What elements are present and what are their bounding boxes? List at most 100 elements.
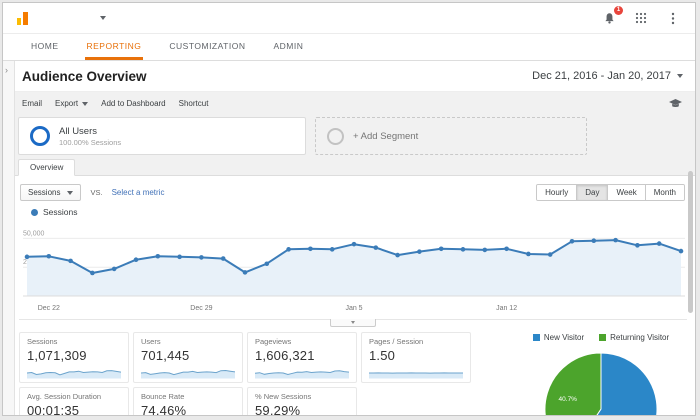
- apps-grid-icon: [635, 12, 647, 24]
- svg-text:Jan 5: Jan 5: [345, 305, 362, 312]
- sidebar-collapsed[interactable]: ›: [3, 61, 15, 415]
- export-button[interactable]: Export: [55, 99, 89, 108]
- graduation-cap-icon: [668, 98, 682, 107]
- overflow-menu-button[interactable]: [665, 10, 681, 26]
- chart-area: 25,00050,000Dec 22Dec 29Jan 5Jan 12: [14, 218, 695, 319]
- metric-label: Pageviews: [255, 337, 292, 346]
- metric-value: 00:01:35: [27, 403, 80, 416]
- export-label: Export: [55, 99, 79, 108]
- account-chevron-down-icon[interactable]: [100, 16, 106, 20]
- metric-card-sessions[interactable]: Sessions 1,071,309: [19, 332, 129, 383]
- metric-label: Pages / Session: [369, 337, 424, 346]
- page-title: Audience Overview: [22, 68, 147, 84]
- visitor-type-pie-chart: 59.3%40.7%: [544, 352, 658, 415]
- granularity-button-group: Hourly Day Week Month: [536, 184, 685, 201]
- metric-value: 1,071,309: [27, 348, 87, 363]
- segment-all-users[interactable]: All Users 100.00% Sessions: [18, 117, 306, 155]
- metric-card-pageviews[interactable]: Pageviews 1,606,321: [247, 332, 357, 383]
- main-nav: HOME REPORTING CUSTOMIZATION ADMIN: [3, 34, 695, 61]
- kebab-menu-icon: [671, 12, 675, 24]
- annotations-toggle[interactable]: [330, 319, 376, 327]
- report-content: › Audience Overview Dec 21, 2016 - Jan 2…: [3, 61, 695, 416]
- notifications-button[interactable]: 1: [601, 6, 623, 26]
- export-chevron-down-icon: [82, 101, 89, 106]
- granularity-day-button[interactable]: Day: [576, 185, 608, 200]
- nav-tab-home[interactable]: HOME: [29, 34, 61, 60]
- add-segment-button[interactable]: + Add Segment: [315, 117, 587, 155]
- granularity-week-button[interactable]: Week: [607, 185, 645, 200]
- notification-badge: 1: [614, 6, 623, 15]
- svg-text:Dec 22: Dec 22: [38, 305, 60, 312]
- report-header: Audience Overview Dec 21, 2016 - Jan 20,…: [14, 61, 695, 92]
- vertical-scrollbar[interactable]: [688, 171, 693, 313]
- metric-label: % New Sessions: [255, 392, 312, 401]
- add-segment-label: + Add Segment: [353, 130, 419, 142]
- apps-grid-button[interactable]: [633, 10, 649, 26]
- segment-title: All Users: [59, 125, 98, 137]
- returning-visitor-swatch-icon: [599, 334, 607, 341]
- svg-text:40.7%: 40.7%: [559, 396, 578, 403]
- metric-value: 701,445: [141, 348, 190, 363]
- users-sparkline: [141, 365, 235, 379]
- metric-card-new-sessions[interactable]: % New Sessions 59.29%: [247, 387, 357, 416]
- metric-label: Bounce Rate: [141, 392, 185, 401]
- segment-bar: All Users 100.00% Sessions + Add Segment: [14, 115, 695, 158]
- date-range-label: Dec 21, 2016 - Jan 20, 2017: [532, 70, 671, 82]
- analytics-window: 1 HOME REPORTING CUSTOMIZATION ADMIN › A…: [2, 2, 696, 416]
- new-visitor-label: New Visitor: [543, 333, 585, 342]
- metric-card-avg-session-duration[interactable]: Avg. Session Duration 00:01:35: [19, 387, 129, 416]
- granularity-hourly-button[interactable]: Hourly: [537, 185, 577, 200]
- metric-value: 1,606,321: [255, 348, 315, 363]
- new-visitor-swatch-icon: [532, 334, 540, 341]
- metric-card-users[interactable]: Users 701,445: [133, 332, 243, 383]
- pageviews-sparkline: [255, 365, 349, 379]
- svg-text:Dec 29: Dec 29: [190, 305, 212, 312]
- tab-row: Overview: [14, 158, 695, 176]
- metric-chevron-down-icon: [67, 190, 74, 195]
- select-a-metric-link[interactable]: Select a metric: [112, 188, 165, 197]
- metrics-summary: Sessions 1,071,309 Users 701,445 Pagevie…: [14, 329, 695, 416]
- metric-label: Users: [141, 337, 161, 346]
- metric-value: 74.46%: [141, 403, 187, 416]
- metric-label: Avg. Session Duration: [27, 392, 102, 401]
- add-to-dashboard-button[interactable]: Add to Dashboard: [101, 99, 166, 108]
- pie-legend: New Visitor Returning Visitor: [489, 333, 695, 342]
- nav-tab-admin[interactable]: ADMIN: [271, 34, 305, 60]
- visitor-type-section: New Visitor Returning Visitor 59.3%40.7%: [489, 332, 695, 415]
- report-toolbar: Email Export Add to Dashboard Shortcut: [14, 92, 695, 115]
- date-chevron-down-icon: [677, 74, 683, 78]
- overview-panel: Sessions VS. Select a metric Hourly Day …: [14, 175, 695, 416]
- legend-new-visitor: New Visitor: [532, 333, 585, 342]
- returning-visitor-label: Returning Visitor: [610, 333, 670, 342]
- metric-value: 1.50: [369, 348, 396, 363]
- app-bar: 1: [3, 3, 695, 34]
- sessions-sparkline: [27, 365, 121, 379]
- sessions-legend-label: Sessions: [43, 207, 78, 217]
- metric-value: 59.29%: [255, 403, 301, 416]
- tab-overview[interactable]: Overview: [18, 159, 76, 176]
- segment-subtitle: 100.00% Sessions: [59, 137, 122, 147]
- bell-icon: [604, 12, 614, 24]
- metric-select-dropdown[interactable]: Sessions: [20, 184, 82, 201]
- chevron-right-icon: ›: [5, 65, 8, 75]
- sessions-legend-dot-icon: [31, 208, 38, 216]
- nav-tab-reporting[interactable]: REPORTING: [84, 34, 144, 60]
- date-range-selector[interactable]: Dec 21, 2016 - Jan 20, 2017: [532, 70, 683, 82]
- vs-label: VS.: [90, 188, 103, 197]
- svg-text:Jan 12: Jan 12: [496, 305, 517, 312]
- granularity-month-button[interactable]: Month: [644, 185, 684, 200]
- intelligence-button[interactable]: [667, 96, 683, 112]
- chart-legend: Sessions: [14, 205, 695, 218]
- shortcut-button[interactable]: Shortcut: [179, 99, 209, 108]
- nav-tab-customization[interactable]: CUSTOMIZATION: [167, 34, 247, 60]
- sessions-line-chart: 25,00050,000Dec 22Dec 29Jan 5Jan 12: [23, 230, 685, 312]
- metric-label: Sessions: [27, 337, 58, 346]
- legend-returning-visitor: Returning Visitor: [599, 333, 669, 342]
- metric-card-pages-per-session[interactable]: Pages / Session 1.50: [361, 332, 471, 383]
- chart-controls: Sessions VS. Select a metric Hourly Day …: [14, 181, 695, 205]
- metric-card-bounce-rate[interactable]: Bounce Rate 74.46%: [133, 387, 243, 416]
- metric-select-label: Sessions: [28, 188, 61, 197]
- add-segment-ring-icon: [327, 127, 344, 145]
- pages-per-session-sparkline: [369, 365, 463, 379]
- email-button[interactable]: Email: [22, 99, 42, 108]
